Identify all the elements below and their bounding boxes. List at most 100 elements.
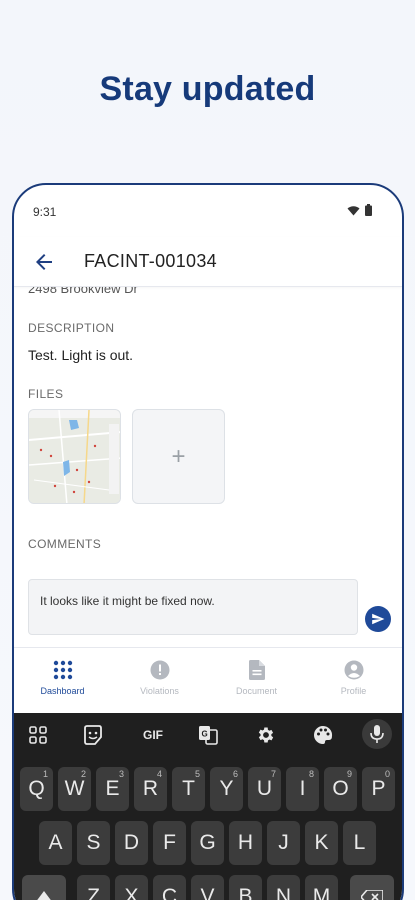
key-u-label: U: [256, 777, 273, 800]
key-t-hint: 5: [194, 769, 200, 779]
nav-label-violations: Violations: [140, 686, 179, 696]
key-v-label: V: [200, 885, 215, 900]
shift-arrow-icon: [37, 891, 51, 900]
svg-text:G: G: [202, 730, 208, 739]
key-p-hint: 0: [384, 769, 390, 779]
shift-key[interactable]: [22, 875, 66, 900]
nav-item-profile[interactable]: Profile: [305, 648, 402, 713]
key-i-label: I: [299, 777, 306, 800]
key-p-label: P: [371, 777, 386, 800]
key-d-label: D: [123, 831, 140, 854]
key-n-label: N: [275, 885, 292, 900]
settings-gear-icon[interactable]: [254, 723, 278, 747]
map-image: [29, 410, 120, 503]
key-a[interactable]: A: [39, 821, 72, 865]
key-y[interactable]: Y6: [210, 767, 243, 811]
status-icons: [347, 204, 372, 216]
comment-input[interactable]: It looks like it might be fixed now.: [28, 579, 358, 635]
key-v[interactable]: V: [191, 875, 224, 900]
key-e-hint: 3: [118, 769, 124, 779]
promo-headline: Stay updated: [99, 70, 316, 108]
key-w-label: W: [64, 777, 85, 800]
key-c[interactable]: C: [153, 875, 186, 900]
key-p[interactable]: P0: [362, 767, 395, 811]
nav-label-document: Document: [235, 686, 278, 696]
key-e[interactable]: E3: [96, 767, 129, 811]
file-thumbnail-map[interactable]: [28, 409, 121, 504]
comments-label: COMMENTS: [28, 537, 102, 551]
add-file-button[interactable]: +: [132, 409, 225, 504]
status-time: 9:31: [33, 205, 57, 219]
send-icon: [372, 613, 385, 625]
key-f-label: F: [163, 831, 176, 854]
backspace-key[interactable]: [350, 875, 394, 900]
key-j[interactable]: J: [267, 821, 300, 865]
key-h[interactable]: H: [229, 821, 262, 865]
nav-item-dashboard[interactable]: Dashboard: [14, 648, 111, 713]
key-k-label: K: [314, 831, 329, 854]
key-l-label: L: [353, 831, 366, 854]
key-z-label: Z: [87, 885, 100, 900]
app-bar: FACINT-001034: [14, 237, 402, 287]
key-q-hint: 1: [42, 769, 48, 779]
key-g-label: G: [199, 831, 216, 854]
key-o[interactable]: O9: [324, 767, 357, 811]
description-text: Test. Light is out.: [28, 347, 134, 363]
files-label: FILES: [28, 387, 64, 401]
key-y-label: Y: [219, 777, 234, 800]
key-i-hint: 8: [308, 769, 314, 779]
key-b[interactable]: B: [229, 875, 262, 900]
grid-icon: [53, 660, 72, 680]
key-w-hint: 2: [80, 769, 86, 779]
key-b-label: B: [238, 885, 253, 900]
address-text: 2498 Brookview Dr: [28, 287, 138, 296]
key-t[interactable]: T5: [172, 767, 205, 811]
back-arrow-icon[interactable]: [32, 250, 56, 274]
profile-icon: [344, 660, 363, 680]
key-o-label: O: [332, 777, 349, 800]
key-r[interactable]: R4: [134, 767, 167, 811]
key-h-label: H: [237, 831, 254, 854]
key-q[interactable]: Q1: [20, 767, 53, 811]
status-bar: 9:31: [14, 185, 402, 237]
key-q-label: Q: [28, 777, 45, 800]
key-m[interactable]: M: [305, 875, 338, 900]
keyboard-apps-icon[interactable]: [26, 723, 50, 747]
key-r-label: R: [142, 777, 159, 800]
phone-frame: 9:31 FACINT-001034 2498 Brookview Dr DES…: [12, 183, 404, 900]
nav-label-profile: Profile: [340, 686, 367, 696]
palette-icon[interactable]: [311, 723, 335, 747]
key-d[interactable]: D: [115, 821, 148, 865]
key-o-hint: 9: [346, 769, 352, 779]
key-z[interactable]: Z: [77, 875, 110, 900]
key-x-label: X: [124, 885, 139, 900]
key-l[interactable]: L: [343, 821, 376, 865]
key-c-label: C: [161, 885, 178, 900]
key-f[interactable]: F: [153, 821, 186, 865]
key-k[interactable]: K: [305, 821, 338, 865]
microphone-icon: [370, 725, 384, 743]
key-s-label: S: [86, 831, 101, 854]
key-n[interactable]: N: [267, 875, 300, 900]
sticker-icon[interactable]: [81, 723, 105, 747]
microphone-button[interactable]: [362, 719, 392, 749]
key-x[interactable]: X: [115, 875, 148, 900]
key-u-hint: 7: [270, 769, 276, 779]
wifi-icon: [347, 205, 360, 215]
translate-icon[interactable]: G: [196, 723, 220, 747]
detail-content: 2498 Brookview Dr DESCRIPTION Test. Ligh…: [14, 287, 402, 647]
nav-item-document[interactable]: Document: [208, 648, 305, 713]
key-g[interactable]: G: [191, 821, 224, 865]
nav-item-violations[interactable]: Violations: [111, 648, 208, 713]
key-s[interactable]: S: [77, 821, 110, 865]
backspace-icon: [361, 890, 383, 900]
key-a-label: A: [48, 831, 63, 854]
gif-button[interactable]: GIF: [138, 723, 168, 747]
key-t-label: T: [182, 777, 195, 800]
keyboard-toolbar: GIF G: [14, 713, 402, 757]
key-u[interactable]: U7: [248, 767, 281, 811]
key-r-hint: 4: [156, 769, 162, 779]
key-i[interactable]: I8: [286, 767, 319, 811]
send-button[interactable]: [365, 606, 391, 632]
key-w[interactable]: W2: [58, 767, 91, 811]
